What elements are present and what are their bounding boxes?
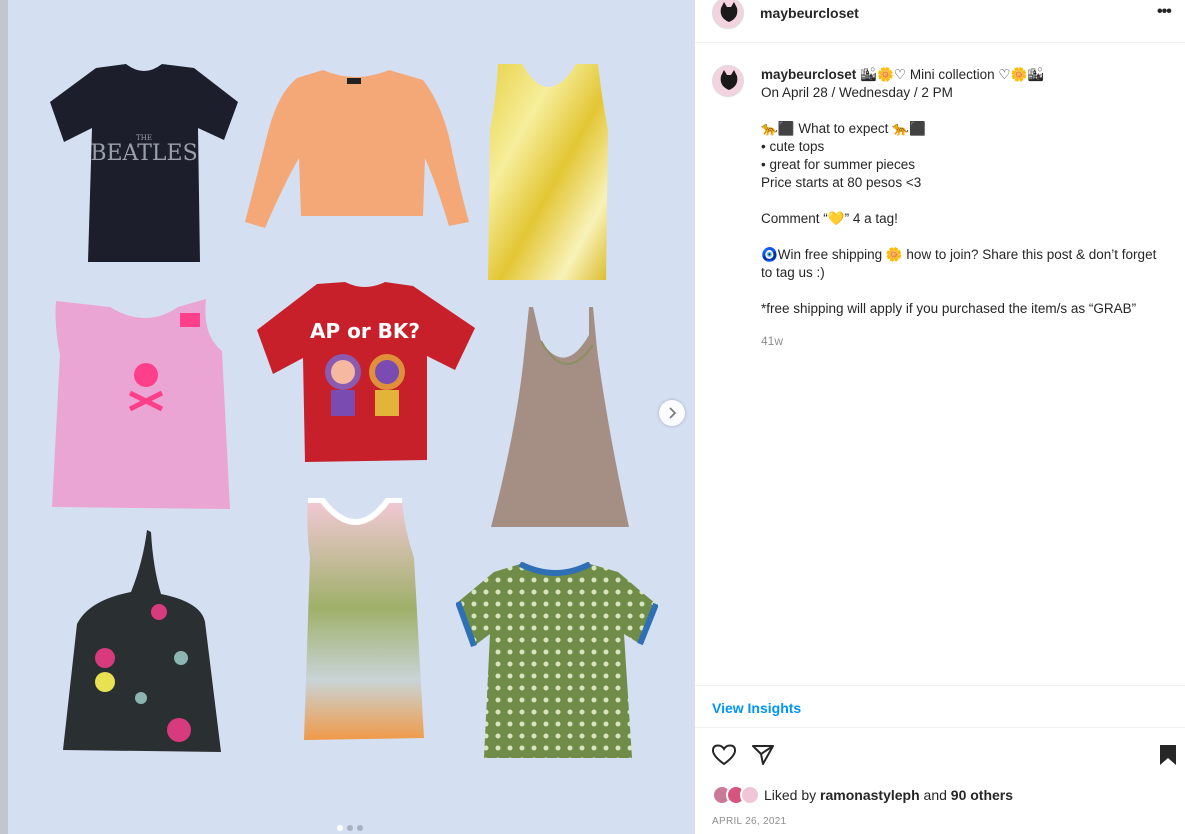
carousel-next-button[interactable] — [659, 400, 685, 426]
view-insights-link[interactable]: View Insights — [712, 700, 801, 716]
garment-floral-halter — [63, 530, 221, 752]
cat-avatar-icon — [713, 66, 743, 96]
chevron-right-icon — [669, 407, 677, 419]
header-username[interactable]: maybeurcloset — [760, 5, 859, 21]
caption-username[interactable]: maybeurcloset — [761, 67, 856, 82]
garment-green-floral-tee — [456, 562, 658, 758]
apbk-print: AP or BK? — [310, 319, 420, 343]
caption-title: 🏙🌼♡ Mini collection ♡🌼🏙 — [856, 67, 1045, 82]
caption-line: On April 28 / Wednesday / 2 PM — [761, 85, 953, 100]
beatles-print: BEATLES — [90, 141, 197, 166]
caption-line: • cute tops — [761, 139, 825, 154]
media-left-edge — [0, 0, 8, 834]
garment-yellow-tiedye-dress — [488, 64, 608, 280]
caption-line: 🧿Win free shipping 🌼 how to join? Share … — [761, 247, 1161, 280]
caption-line: Price starts at 80 pesos <3 — [761, 175, 922, 190]
avatar[interactable] — [712, 65, 744, 97]
liked-others-link[interactable]: 90 others — [951, 787, 1013, 803]
post-media-carousel[interactable]: THE BEATLES AP or BK? — [0, 0, 695, 834]
insights-bar: View Insights — [695, 685, 1185, 728]
garment-pink-skull-tank — [52, 299, 230, 509]
caption-line: Comment “💛” 4 a tag! — [761, 211, 898, 226]
heart-outline-icon[interactable] — [711, 743, 737, 767]
carousel-dot — [347, 825, 353, 831]
relative-timestamp[interactable]: 41w — [761, 334, 783, 348]
paper-plane-icon[interactable] — [751, 743, 775, 767]
liker-avatars — [712, 784, 764, 806]
caption-line: *free shipping will apply if you purchas… — [761, 301, 1137, 316]
bookmark-filled-icon[interactable] — [1158, 743, 1178, 767]
liked-and: and — [919, 787, 951, 803]
avatar[interactable] — [740, 785, 760, 805]
garment-brown-slip-dress — [491, 307, 629, 527]
liked-user-link[interactable]: ramonastyleph — [820, 787, 920, 803]
post-actions — [695, 737, 1185, 773]
garment-graphic-tank-dress — [304, 498, 424, 740]
liked-by-text: Liked by ramonastyleph and 90 others — [764, 787, 1013, 803]
cat-avatar-icon — [713, 0, 743, 28]
garment-orange-sweater — [245, 70, 469, 228]
likes-summary: Liked by ramonastyleph and 90 others — [712, 784, 1013, 806]
post-details-panel: maybeurcloset ••• maybeurcloset 🏙🌼♡ Mini… — [695, 0, 1185, 834]
more-options-icon[interactable]: ••• — [1157, 3, 1172, 21]
caption-text: maybeurcloset 🏙🌼♡ Mini collection ♡🌼🏙 On… — [761, 66, 1171, 318]
garment-beatles-tee: THE BEATLES — [50, 64, 238, 262]
garment-red-apbk-tee: AP or BK? — [257, 282, 475, 462]
avatar[interactable] — [712, 0, 744, 29]
carousel-dot — [337, 825, 343, 831]
liked-prefix: Liked by — [764, 787, 821, 803]
caption-line: • great for summer pieces — [761, 157, 916, 172]
caption-line: 🐆⬛ What to expect 🐆⬛ — [761, 121, 926, 136]
carousel-indicator — [337, 825, 363, 831]
carousel-dot — [357, 825, 363, 831]
post-header: maybeurcloset ••• — [695, 0, 1185, 43]
post-date: APRIL 26, 2021 — [712, 816, 787, 827]
